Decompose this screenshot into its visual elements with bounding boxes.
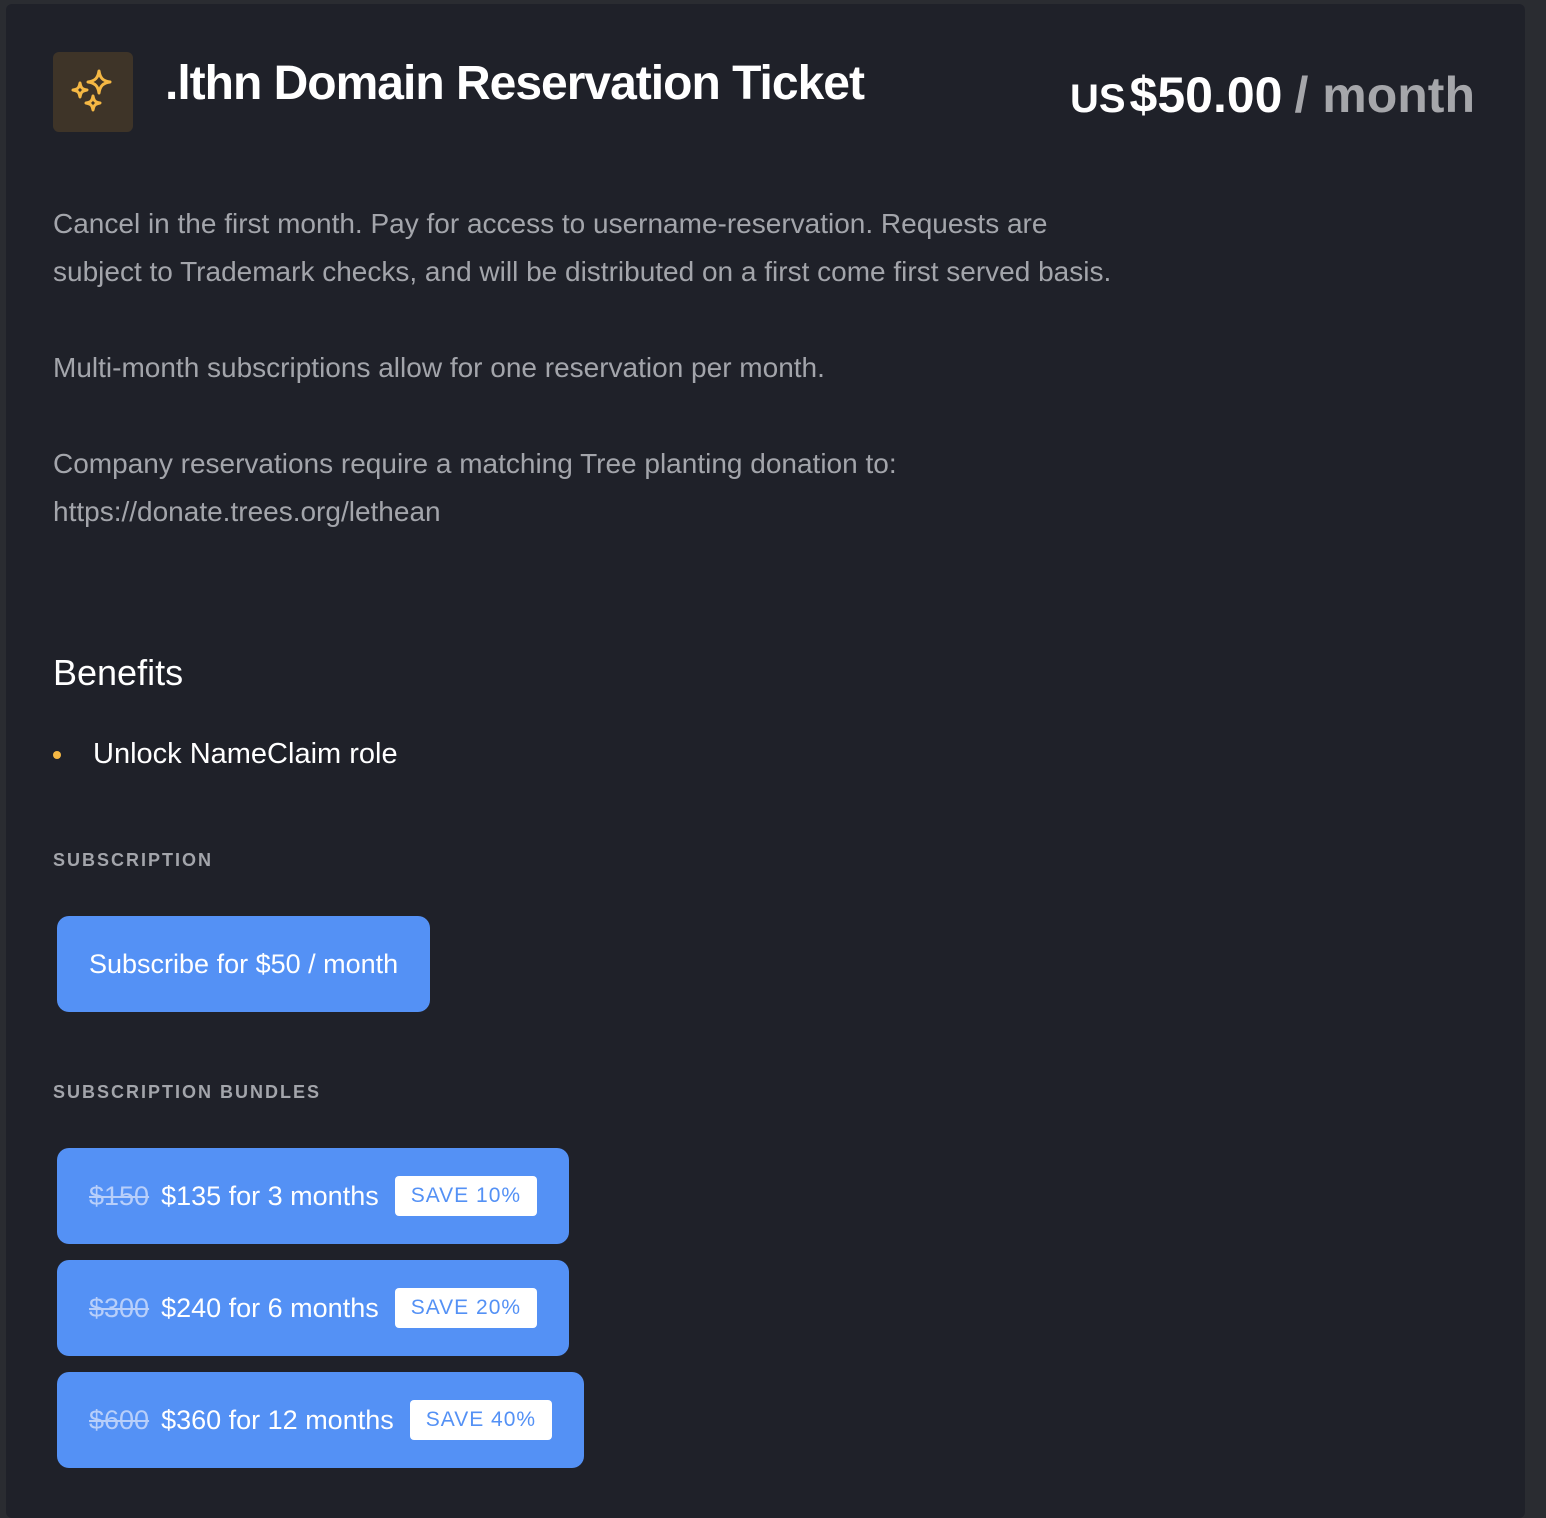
bundle-label: $135 for 3 months bbox=[161, 1180, 379, 1211]
bundle-original-price: $300 bbox=[89, 1292, 150, 1323]
subscribe-monthly-button[interactable]: Subscribe for $50 / month bbox=[57, 916, 431, 1012]
price-currency: US bbox=[1069, 77, 1126, 121]
product-title: .lthn Domain Reservation Ticket bbox=[165, 57, 865, 110]
description-paragraph: Multi-month subscriptions allow for one … bbox=[53, 352, 825, 383]
benefit-item: Unlock NameClaim role bbox=[53, 738, 398, 771]
sparkles-icon bbox=[71, 69, 112, 112]
subscribe-button-label: Subscribe for $50 / month bbox=[89, 948, 399, 979]
benefits-heading: Benefits bbox=[53, 652, 184, 693]
bullet-dot-icon bbox=[53, 750, 61, 759]
benefit-label: Unlock NameClaim role bbox=[93, 738, 398, 770]
product-card: .lthn Domain Reservation Ticket US $50.0… bbox=[6, 4, 1525, 1518]
bundle-6-months-button[interactable]: $300 $240 for 6 months SAVE 20% bbox=[57, 1260, 570, 1356]
save-badge: SAVE 10% bbox=[394, 1176, 538, 1216]
save-badge: SAVE 40% bbox=[409, 1400, 553, 1440]
bundle-3-months-button[interactable]: $150 $135 for 3 months SAVE 10% bbox=[57, 1148, 570, 1244]
save-badge: SAVE 20% bbox=[394, 1288, 538, 1328]
product-description: Cancel in the first month. Pay for acces… bbox=[53, 200, 1133, 536]
price-amount: $50.00 bbox=[1129, 67, 1283, 123]
bundle-label: $240 for 6 months bbox=[161, 1292, 379, 1323]
bundles-section-label: SUBSCRIPTION BUNDLES bbox=[53, 1082, 322, 1102]
product-icon-tile bbox=[53, 52, 133, 132]
price-period: / month bbox=[1294, 67, 1475, 123]
bundle-original-price: $150 bbox=[89, 1180, 150, 1211]
description-paragraph: Cancel in the first month. Pay for acces… bbox=[53, 208, 1112, 287]
bundle-label: $360 for 12 months bbox=[161, 1404, 394, 1435]
price-display: US $50.00 / month bbox=[1070, 66, 1475, 124]
description-paragraph: Company reservations require a matching … bbox=[53, 448, 897, 527]
bundle-original-price: $600 bbox=[89, 1404, 150, 1435]
subscription-section-label: SUBSCRIPTION bbox=[53, 850, 214, 870]
bundle-12-months-button[interactable]: $600 $360 for 12 months SAVE 40% bbox=[57, 1372, 585, 1468]
